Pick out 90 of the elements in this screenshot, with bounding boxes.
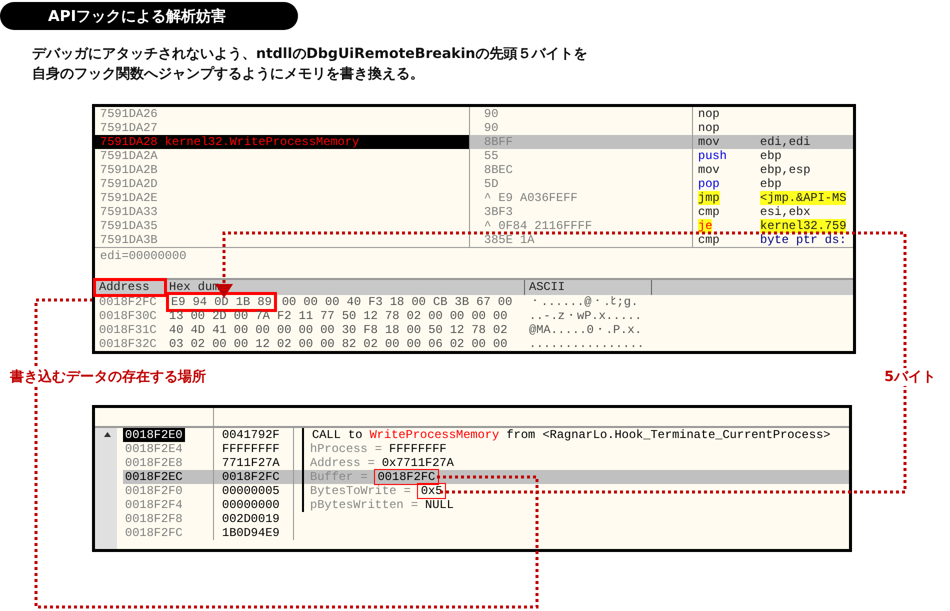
hex-bytes: 03 02 00 00 12 02 00 00 82 02 00 00 06 02 00 00 (169, 337, 508, 351)
hex-cell: 8BEC (470, 163, 693, 177)
operand-text: <jmp.&API-MS (760, 191, 846, 205)
scrollbar[interactable] (95, 428, 117, 549)
dump-address: 0018F31C (98, 323, 158, 337)
mnemonic-text: pop (698, 177, 720, 191)
mnemonic-text: cmp (698, 205, 720, 219)
mnemonic-text: cmp (698, 233, 720, 247)
mnemonic-text: nop (698, 121, 720, 135)
call-comment: CALL to WriteProcessMemory from <RagnarLo.Hook_Terminate_CurrentProcess> (312, 428, 830, 442)
hex-bytes: 40 4D 41 00 00 00 00 00 30 F8 18 00 50 12 78 02 (169, 323, 508, 337)
stack-address: 0018F2F4 (124, 498, 184, 512)
parameter-value: 0x7711F27A (382, 456, 454, 470)
address-cell: 7591DA26 (95, 107, 470, 121)
hex-cell: 3BF3 (470, 205, 693, 219)
operand-text: kernel32.759 (760, 219, 846, 233)
hex-cell: ^ E9 A036FEFF (470, 191, 693, 205)
section-title: APIフックによる解析妨害 (0, 2, 298, 30)
stack-row[interactable]: 0018F2E4 FFFFFFFF hProcess = FFFFFFFF (123, 442, 849, 456)
parameter-name: Buffer = (310, 470, 368, 484)
stack-address: 0018F2F0 (124, 484, 184, 498)
operand-text: ebp,esp (760, 163, 810, 177)
stack-row[interactable]: 0018F2F4 00000000 pBytesWritten = NULL (123, 498, 849, 512)
stack-address: 0018F2E8 (124, 456, 184, 470)
parameter-name: Address = (310, 456, 375, 470)
register-info: edi=00000000 (100, 249, 186, 263)
stack-address: 0018F2E4 (124, 442, 184, 456)
stack-address: 0018F2FC (124, 526, 184, 540)
hex-bytes: 00 00 00 40 F3 18 00 CB 3B 67 00 (282, 295, 512, 309)
hex-cell: 5D (470, 177, 693, 191)
annotation-label: 書き込むデータの存在する場所 (10, 368, 206, 386)
address-cell: 7591DA3B (95, 233, 470, 247)
stack-row[interactable]: 0018F2F8 002D0019 (123, 512, 849, 526)
stack-row[interactable]: 0018F2E0 0041792F CALL to WriteProcessMemory from <RagnarLo.Hook_Terminate_CurrentProcess> (123, 428, 849, 442)
address-cell: 7591DA2D (95, 177, 470, 191)
parameter-name: BytesToWrite = (310, 484, 411, 498)
ascii-text: ・......@・.ﾋ;g. (528, 295, 640, 309)
stack-value: 0018F2FC (214, 470, 294, 484)
hex-bytes: 13 00 2D 00 7A F2 11 77 50 12 78 02 00 00 00 00 (169, 309, 508, 323)
mnemonic-text: push (698, 149, 727, 163)
hex-cell: 90 (470, 107, 693, 121)
address-cell: 7591DA2B (95, 163, 470, 177)
address-cell: 7591DA28 kernel32.WriteProcessMemory (95, 135, 470, 149)
description-text: 自身のフック関数へジャンプするようにメモリを書き換える。 (32, 65, 424, 84)
column-header: Address (95, 280, 165, 295)
stack-value: FFFFFFFF (214, 442, 294, 456)
address-cell: 7591DA2E (95, 191, 470, 205)
stack-value: 002D0019 (214, 512, 294, 526)
stack-value: 0041792F (214, 428, 294, 442)
operand-text: edi,edi (760, 135, 810, 149)
dump-address: 0018F30C (98, 309, 158, 323)
parameter-value: 0018F2FC (374, 470, 438, 484)
hex-cell: 8BFF (470, 135, 693, 149)
parameter-name: pBytesWritten = (310, 498, 418, 512)
stack-address: 0018F2EC (124, 470, 184, 484)
hex-cell: 385E 1A (470, 233, 693, 247)
parameter-name: hProcess = (310, 442, 382, 456)
hex-cell: 55 (470, 149, 693, 163)
stack-address: 0018F2F8 (124, 512, 184, 526)
address-cell: 7591DA33 (95, 205, 470, 219)
stack-row[interactable]: 0018F2FC 1B0D94E9 (123, 526, 849, 540)
address-cell: 7591DA2A (95, 149, 470, 163)
mnemonic-text: nop (698, 107, 720, 121)
hex-bytes: E9 94 0D 1B 89 (169, 295, 274, 309)
ascii-text: ................ (528, 337, 646, 351)
parameter-value: FFFFFFFF (389, 442, 447, 456)
ascii-text: @MA.....0・.P.x. (528, 323, 643, 337)
parameter-value: NULL (425, 498, 454, 512)
ascii-text: ..-.z・wP.x..... (528, 309, 643, 323)
mnemonic-text: mov (698, 135, 720, 149)
hex-cell: ^ 0F84 2116FFFF (470, 219, 693, 233)
mnemonic-text: mov (698, 163, 720, 177)
operand-text: esi,ebx (760, 205, 810, 219)
dump-address: 0018F2FC (98, 295, 158, 309)
description-text: デバッガにアタッチされないよう、ntdllのDbgUiRemoteBreakinの先頭５バイトを (32, 45, 588, 64)
stack-value: 00000005 (214, 484, 294, 498)
operand-text: ebp (760, 149, 782, 163)
column-header: ASCII (525, 280, 652, 295)
stack-row[interactable]: 0018F2EC 0018F2FC Buffer = 0018F2FC (123, 470, 849, 484)
mnemonic-text: je (698, 219, 712, 233)
stack-value: 00000000 (214, 498, 294, 512)
mnemonic-text: jmp (698, 191, 720, 205)
scroll-up-icon[interactable] (104, 432, 111, 437)
stack-address: 0018F2E0 (123, 428, 185, 442)
dump-address: 0018F32C (98, 337, 158, 351)
address-cell: 7591DA35 (95, 219, 470, 233)
stack-value: 1B0D94E9 (214, 526, 294, 540)
operand-text: byte ptr ds: (760, 233, 846, 247)
annotation-label: 5バイト (884, 368, 936, 386)
operand-text: ebp (760, 177, 782, 191)
